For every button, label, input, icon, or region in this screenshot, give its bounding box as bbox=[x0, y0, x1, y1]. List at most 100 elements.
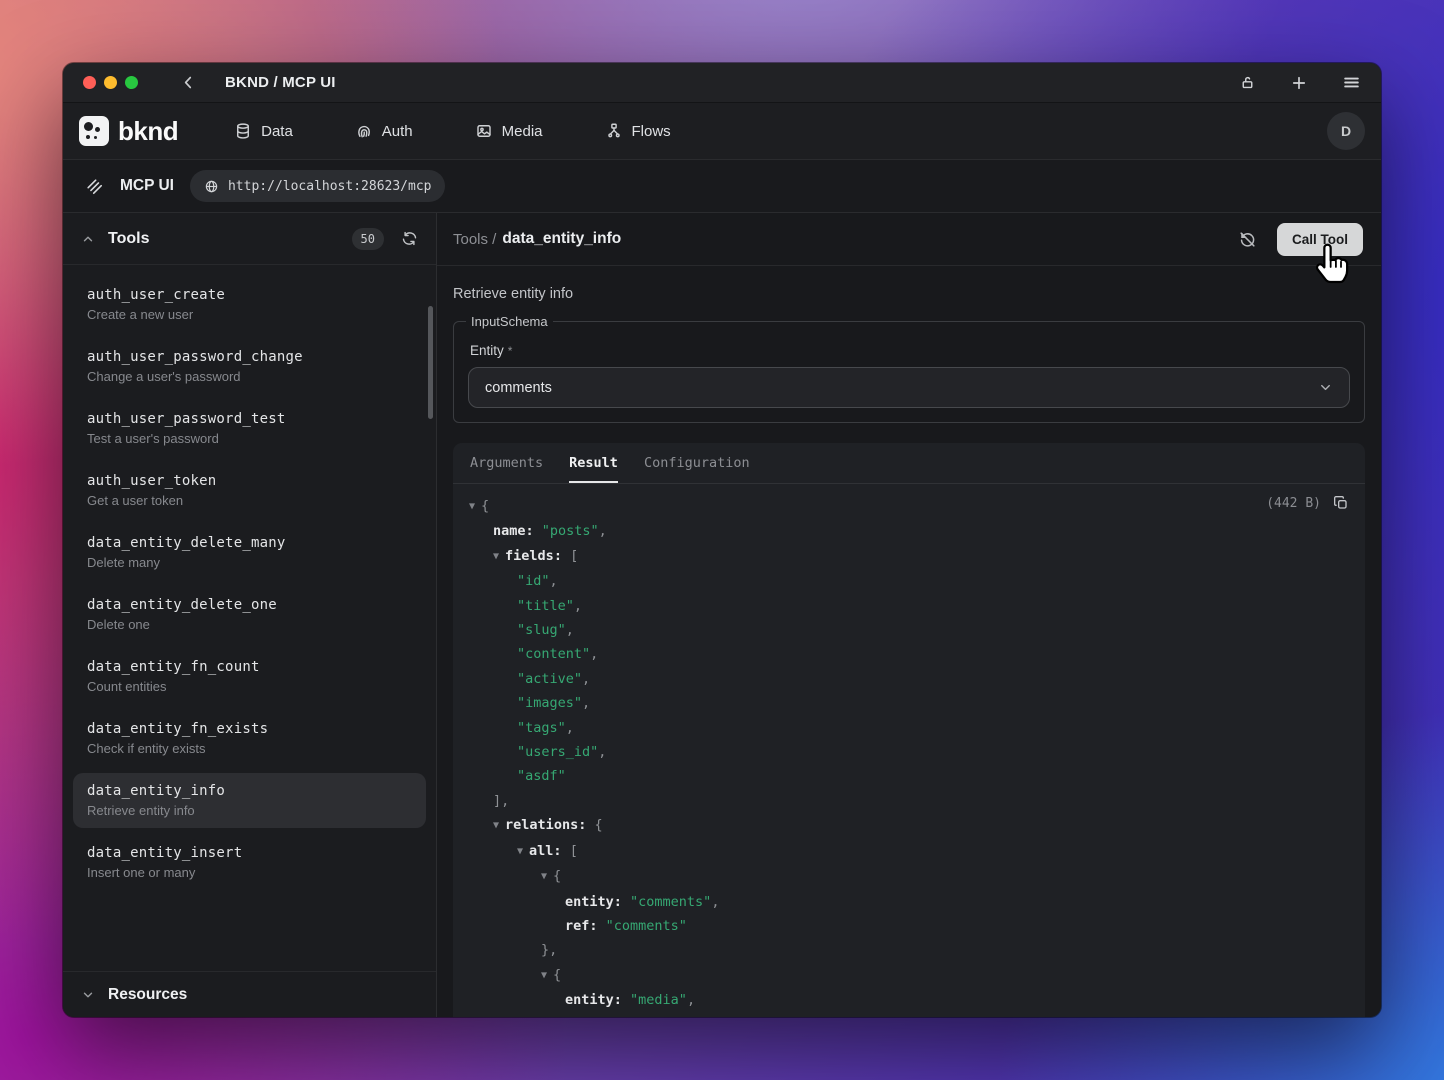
tool-description: Create a new user bbox=[87, 307, 412, 322]
tool-description: Delete many bbox=[87, 555, 412, 570]
input-schema-fieldset: InputSchema Entity* comments bbox=[453, 314, 1365, 423]
unlock-icon[interactable] bbox=[1239, 74, 1256, 91]
tool-item[interactable]: auth_user_password_change Change a user'… bbox=[73, 339, 426, 394]
tab-result[interactable]: Result bbox=[569, 443, 618, 483]
json-token: { bbox=[586, 817, 602, 833]
tool-item[interactable]: data_entity_fn_count Count entities bbox=[73, 649, 426, 704]
refresh-icon[interactable] bbox=[401, 230, 418, 247]
collapse-toggle-icon[interactable]: ▼ bbox=[541, 871, 553, 882]
required-mark: * bbox=[508, 344, 513, 358]
json-token: , bbox=[687, 992, 695, 1008]
main-nav: Data Auth Media Flows bbox=[234, 122, 671, 140]
json-token: , bbox=[582, 695, 590, 711]
json-line: "id", bbox=[469, 569, 1349, 593]
sidebar-scrollbar[interactable] bbox=[428, 306, 433, 419]
json-token: , bbox=[550, 573, 558, 589]
back-icon[interactable] bbox=[180, 74, 197, 91]
json-line: "images", bbox=[469, 691, 1349, 715]
json-line: ref: "images" bbox=[469, 1013, 1349, 1017]
close-window-button[interactable] bbox=[83, 76, 96, 89]
tool-item[interactable]: auth_user_token Get a user token bbox=[73, 463, 426, 518]
tab-configuration[interactable]: Configuration bbox=[644, 443, 750, 483]
nav-item-media[interactable]: Media bbox=[475, 122, 543, 140]
database-icon bbox=[234, 122, 252, 140]
json-token: [ bbox=[562, 548, 578, 564]
result-size-label: (442 B) bbox=[1266, 496, 1321, 511]
json-line: "content", bbox=[469, 642, 1349, 666]
json-token: [ bbox=[562, 843, 578, 859]
tools-count-badge: 50 bbox=[352, 228, 384, 250]
tool-description: Get a user token bbox=[87, 493, 412, 508]
result-panel: Arguments Result Configuration ▼ {name: … bbox=[453, 443, 1365, 1017]
tool-description: Count entities bbox=[87, 679, 412, 694]
entity-select-value: comments bbox=[485, 380, 552, 396]
copy-icon[interactable] bbox=[1333, 495, 1349, 511]
tool-description: Delete one bbox=[87, 617, 412, 632]
collapse-toggle-icon[interactable]: ▼ bbox=[517, 846, 529, 857]
tool-item[interactable]: data_entity_delete_one Delete one bbox=[73, 587, 426, 642]
nav-item-data[interactable]: Data bbox=[234, 122, 293, 140]
json-token: "images" bbox=[517, 695, 582, 711]
tools-section-header[interactable]: Tools 50 bbox=[63, 213, 436, 265]
tab-arguments[interactable]: Arguments bbox=[470, 443, 543, 483]
tool-detail-panel: Tools / data_entity_info Call Tool Retri… bbox=[437, 213, 1381, 1017]
tool-description: Test a user's password bbox=[87, 431, 412, 446]
json-line: "asdf" bbox=[469, 764, 1349, 788]
tool-name: data_entity_fn_exists bbox=[87, 721, 412, 737]
menu-icon[interactable] bbox=[1342, 73, 1361, 92]
logo-text: bknd bbox=[118, 116, 178, 147]
collapse-toggle-icon[interactable]: ▼ bbox=[493, 820, 505, 831]
chevron-up-icon[interactable] bbox=[81, 232, 95, 246]
json-token: all: bbox=[529, 843, 562, 859]
tool-name: data_entity_insert bbox=[87, 845, 412, 861]
entity-select[interactable]: comments bbox=[468, 367, 1350, 408]
tool-name: auth_user_password_test bbox=[87, 411, 412, 427]
maximize-window-button[interactable] bbox=[125, 76, 138, 89]
json-token: relations: bbox=[505, 817, 586, 833]
minimize-window-button[interactable] bbox=[104, 76, 117, 89]
collapse-toggle-icon[interactable]: ▼ bbox=[493, 551, 505, 562]
json-token: "title" bbox=[517, 598, 574, 614]
nav-label: Flows bbox=[632, 123, 671, 140]
mcp-url-pill[interactable]: http://localhost:28623/mcp bbox=[190, 170, 446, 202]
history-off-icon[interactable] bbox=[1238, 230, 1257, 249]
tool-item[interactable]: auth_user_create Create a new user bbox=[73, 277, 426, 332]
nav-item-auth[interactable]: Auth bbox=[355, 122, 413, 140]
bknd-logo[interactable]: bknd bbox=[79, 116, 178, 147]
tools-sidebar: Tools 50 auth_user_create Create a new u… bbox=[63, 213, 437, 1017]
json-token: fields: bbox=[505, 548, 562, 564]
tool-item[interactable]: data_entity_insert Insert one or many bbox=[73, 835, 426, 890]
json-token: }, bbox=[541, 942, 557, 958]
json-token: , bbox=[574, 598, 582, 614]
mcp-url: http://localhost:28623/mcp bbox=[228, 179, 432, 194]
tool-item-selected[interactable]: data_entity_info Retrieve entity info bbox=[73, 773, 426, 828]
resources-section-header[interactable]: Resources bbox=[63, 971, 436, 1017]
nav-item-flows[interactable]: Flows bbox=[605, 122, 671, 140]
json-token: { bbox=[553, 868, 561, 884]
call-tool-button[interactable]: Call Tool bbox=[1277, 223, 1363, 256]
mcp-icon bbox=[85, 177, 104, 196]
json-line: name: "posts", bbox=[469, 519, 1349, 543]
json-line: ▼ { bbox=[469, 494, 1349, 519]
json-token: , bbox=[582, 671, 590, 687]
collapse-toggle-icon[interactable]: ▼ bbox=[541, 970, 553, 981]
tool-item[interactable]: data_entity_fn_exists Check if entity ex… bbox=[73, 711, 426, 766]
workflow-icon bbox=[605, 122, 623, 140]
json-token: , bbox=[566, 622, 574, 638]
new-tab-icon[interactable] bbox=[1290, 74, 1308, 92]
tool-item[interactable]: data_entity_delete_many Delete many bbox=[73, 525, 426, 580]
user-avatar[interactable]: D bbox=[1327, 112, 1365, 150]
collapse-toggle-icon[interactable]: ▼ bbox=[469, 501, 481, 512]
mcp-title: MCP UI bbox=[120, 177, 174, 195]
breadcrumb-section[interactable]: Tools / bbox=[453, 231, 496, 248]
json-token: ], bbox=[493, 793, 509, 809]
tool-description: Insert one or many bbox=[87, 865, 412, 880]
json-token: , bbox=[711, 894, 719, 910]
tool-detail-description: Retrieve entity info bbox=[437, 266, 1381, 314]
json-token: , bbox=[566, 720, 574, 736]
json-line: ▼ { bbox=[469, 864, 1349, 889]
tool-name: data_entity_fn_count bbox=[87, 659, 412, 675]
image-icon bbox=[475, 122, 493, 140]
chevron-down-icon[interactable] bbox=[81, 988, 95, 1002]
tool-item[interactable]: auth_user_password_test Test a user's pa… bbox=[73, 401, 426, 456]
